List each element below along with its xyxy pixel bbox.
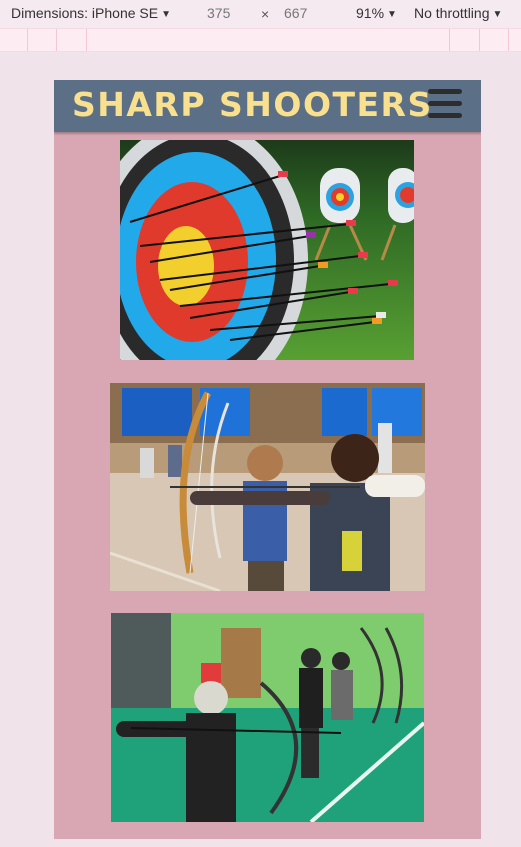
media-query-tick: [508, 29, 509, 51]
device-dimensions-select[interactable]: Dimensions: iPhone SE ▼: [11, 5, 171, 21]
viewport-width-input[interactable]: 375: [207, 5, 230, 21]
devtools-toolbar: Dimensions: iPhone SE ▼ 375 × 667 91% ▼ No…: [0, 0, 521, 28]
media-query-tick: [56, 29, 57, 51]
throttling-label: No throttling: [414, 5, 490, 21]
archery-target-image: [120, 140, 414, 360]
throttling-select[interactable]: No throttling ▼: [414, 5, 502, 21]
kids-archery-image: [110, 383, 425, 591]
media-query-tick: [27, 29, 28, 51]
device-label: Dimensions: iPhone SE: [11, 5, 159, 21]
times-icon: ×: [261, 6, 270, 22]
media-query-tick: [479, 29, 480, 51]
media-query-tick: [449, 29, 450, 51]
zoom-label: 91%: [356, 5, 385, 21]
chevron-down-icon: ▼: [492, 9, 503, 20]
chevron-down-icon: ▼: [387, 9, 397, 20]
media-query-tick: [86, 29, 87, 51]
site-header: SHARP SHOOTERS: [54, 80, 481, 132]
indoor-archery-hall-image: [111, 613, 424, 822]
viewport-height-input[interactable]: 667: [284, 5, 307, 21]
zoom-select[interactable]: 91% ▼: [356, 5, 397, 21]
site-title: SHARP SHOOTERS: [72, 85, 433, 124]
media-query-bar[interactable]: [0, 28, 521, 52]
hamburger-menu-icon[interactable]: [428, 89, 462, 119]
device-viewport: SHARP SHOOTERS: [54, 80, 481, 839]
chevron-down-icon: ▼: [161, 9, 171, 20]
